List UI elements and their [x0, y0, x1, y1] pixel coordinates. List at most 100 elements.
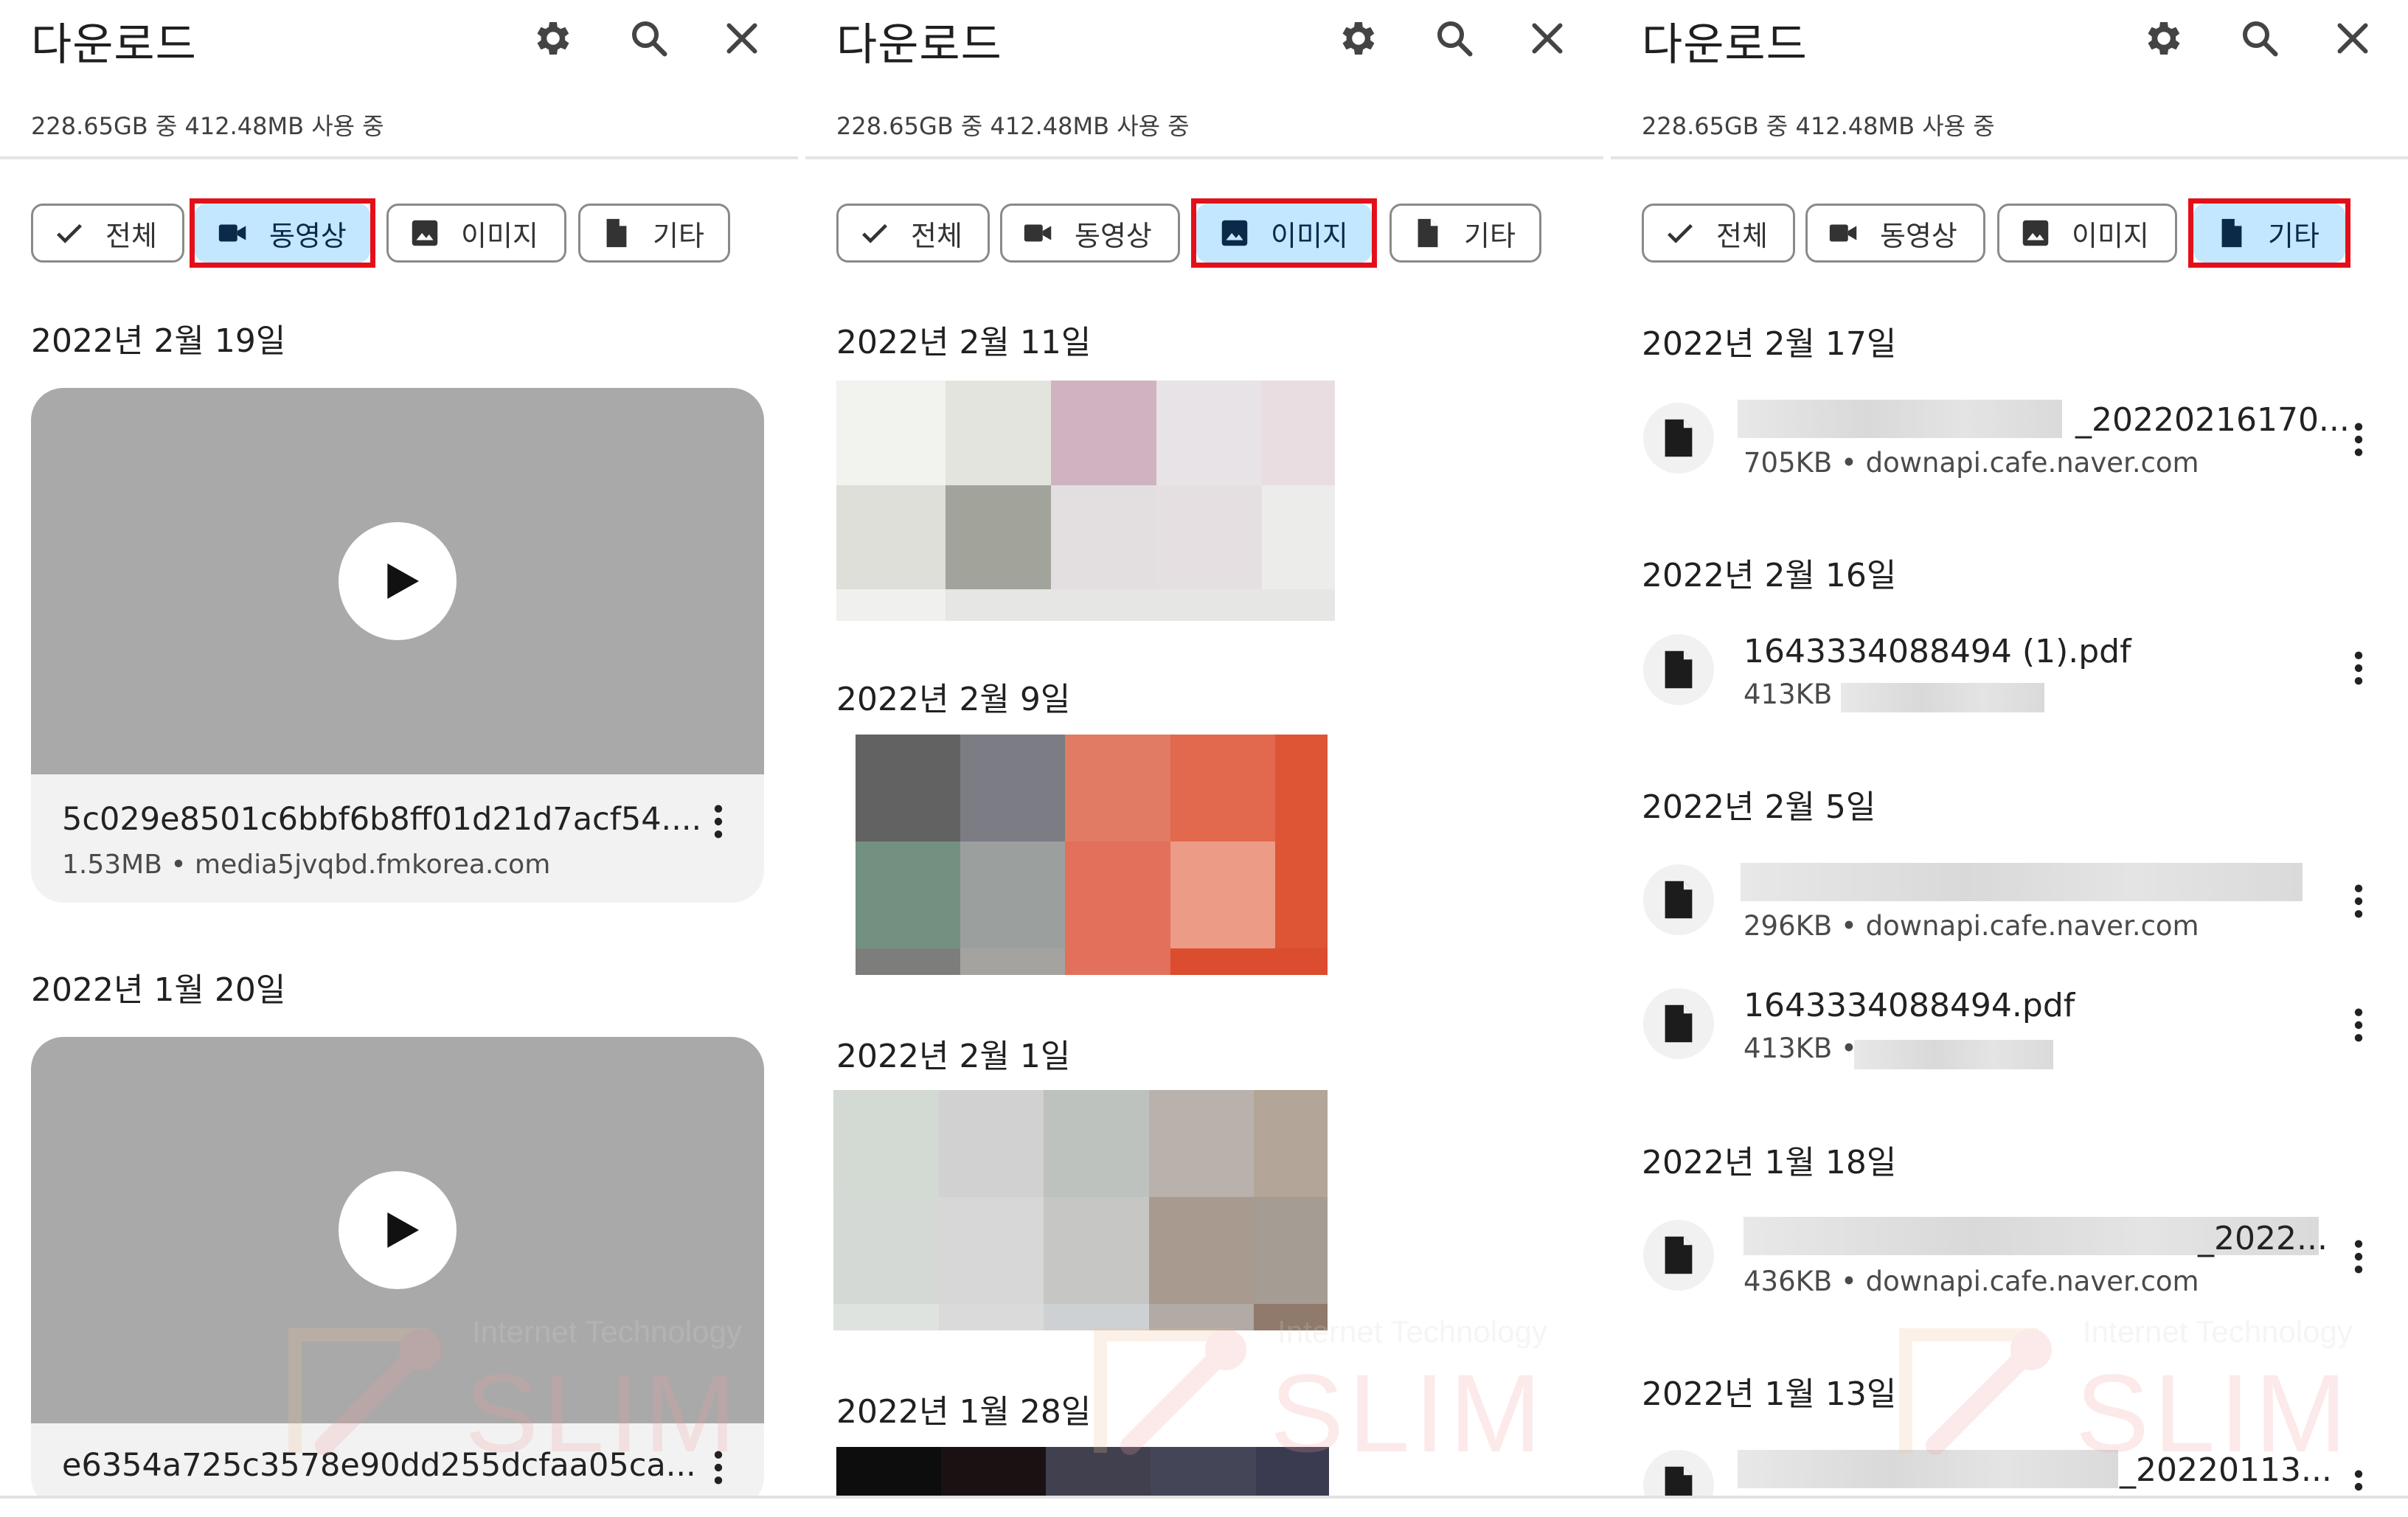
settings-button[interactable]	[2140, 15, 2187, 62]
close-button[interactable]	[2329, 15, 2376, 62]
date-header: 2022년 1월 28일	[836, 1393, 1092, 1431]
settings-button[interactable]	[1335, 15, 1382, 62]
file-meta: 296KB • downapi.cafe.naver.com	[1743, 910, 2199, 942]
chip-image-label: 이미지	[461, 219, 538, 252]
file-icon	[2215, 216, 2249, 250]
file-meta: 705KB • downapi.cafe.naver.com	[1743, 447, 2199, 479]
file-meta: 413KB •	[1743, 1032, 1857, 1064]
file-icon	[1411, 216, 1445, 250]
downloads-panel-video: 다운로드 228.65GB 중 412.48MB 사용 중 전체 동영상 이미지…	[0, 0, 798, 1499]
bottom-divider	[0, 1496, 2408, 1499]
downloads-panel-image: 다운로드 228.65GB 중 412.48MB 사용 중 전체 동영상 이미지…	[805, 0, 1603, 1499]
watermark-tagline: Internet Technology	[2083, 1314, 2353, 1349]
chip-image[interactable]: 이미지	[1191, 198, 1377, 268]
video-thumbnail[interactable]	[31, 388, 764, 774]
file-name: 1643334088494.pdf	[1743, 987, 2075, 1024]
video-item[interactable]: 5c029e8501c6bbf6b8ff01d21d7acf54.... 1.5…	[31, 388, 764, 903]
check-icon	[52, 216, 86, 250]
more-options-button[interactable]	[2344, 878, 2373, 925]
more-vert-icon	[2354, 884, 2363, 918]
video-thumbnail[interactable]	[31, 1037, 764, 1423]
search-icon	[632, 21, 667, 57]
chip-video[interactable]: 동영상	[190, 198, 375, 268]
downloads-panel-other: 다운로드 228.65GB 중 412.48MB 사용 중 전체 동영상 이미지…	[1611, 0, 2408, 1499]
file-name: 1643334088494 (1).pdf	[1743, 633, 2131, 670]
more-vert-icon	[2354, 1240, 2363, 1274]
videocam-icon	[1827, 216, 1861, 250]
redacted-filename	[1741, 863, 2303, 901]
play-icon	[387, 1212, 419, 1248]
chip-video[interactable]: 동영상	[1805, 204, 1985, 263]
image-thumbnail[interactable]	[836, 381, 1335, 621]
file-name: _2022...	[2198, 1220, 2328, 1257]
video-item[interactable]: e6354a725c3578e90dd255dcfaa05ca...	[31, 1037, 764, 1499]
chip-image[interactable]: 이미지	[1997, 204, 2177, 263]
image-icon	[2019, 216, 2053, 250]
chip-other[interactable]: 기타	[578, 204, 730, 263]
more-options-button[interactable]	[704, 1444, 733, 1491]
search-button[interactable]	[2236, 15, 2283, 62]
check-icon	[858, 216, 892, 250]
app-title: 다운로드	[836, 19, 1002, 71]
chip-other[interactable]: 기타	[1389, 204, 1541, 263]
file-icon	[1643, 1450, 1714, 1499]
close-button[interactable]	[718, 15, 766, 62]
more-options-button[interactable]	[2344, 1233, 2373, 1280]
redacted-filename	[1738, 400, 2062, 438]
chip-image[interactable]: 이미지	[386, 204, 566, 263]
file-icon	[1643, 403, 1714, 473]
chip-all[interactable]: 전체	[1642, 204, 1795, 263]
file-icon	[1643, 988, 1714, 1059]
redacted-filename	[1738, 1450, 2118, 1488]
play-button[interactable]	[339, 522, 457, 640]
search-button[interactable]	[1431, 15, 1478, 62]
file-icon	[1643, 1220, 1714, 1291]
file-name: _20220113...	[2120, 1451, 2332, 1489]
close-icon	[726, 23, 757, 54]
more-options-button[interactable]	[2344, 645, 2373, 692]
file-meta: 413KB •	[1743, 678, 1857, 710]
chip-video[interactable]: 동영상	[1000, 204, 1180, 263]
date-header: 2022년 2월 17일	[1642, 325, 1897, 363]
chip-all-label: 전체	[911, 219, 962, 252]
storage-usage: 228.65GB 중 412.48MB 사용 중	[31, 112, 384, 140]
chip-other-label: 기타	[653, 219, 704, 252]
image-thumbnail[interactable]	[833, 1090, 1328, 1330]
chip-video-label: 동영상	[1075, 219, 1152, 252]
video-file-name: e6354a725c3578e90dd255dcfaa05ca...	[62, 1447, 696, 1484]
gear-icon	[1342, 22, 1375, 55]
chip-all-label: 전체	[1716, 219, 1768, 252]
video-file-meta: 1.53MB • media5jvqbd.fmkorea.com	[62, 850, 551, 880]
gear-icon	[2148, 22, 2180, 55]
app-title: 다운로드	[31, 19, 197, 71]
settings-button[interactable]	[530, 15, 577, 62]
image-thumbnail[interactable]	[836, 1447, 1329, 1499]
close-button[interactable]	[1524, 15, 1571, 62]
redacted-source	[1854, 1040, 2053, 1069]
header-divider	[1611, 156, 2408, 159]
file-icon	[1643, 864, 1714, 935]
file-icon	[600, 216, 634, 250]
chip-all[interactable]: 전체	[836, 204, 990, 263]
image-thumbnail[interactable]	[856, 735, 1328, 975]
date-header: 2022년 2월 9일	[836, 681, 1071, 718]
more-vert-icon	[714, 805, 723, 839]
chip-other[interactable]: 기타	[2188, 198, 2350, 268]
close-icon	[2337, 23, 2368, 54]
more-options-button[interactable]	[704, 798, 733, 845]
date-header: 2022년 2월 5일	[1642, 788, 1876, 826]
app-title: 다운로드	[1642, 19, 1808, 71]
more-options-button[interactable]	[2344, 1463, 2373, 1499]
play-button[interactable]	[339, 1171, 457, 1289]
search-icon	[2243, 21, 2278, 57]
more-options-button[interactable]	[2344, 416, 2373, 463]
search-button[interactable]	[625, 15, 673, 62]
date-header: 2022년 2월 11일	[836, 324, 1092, 361]
header-divider	[805, 156, 1603, 159]
chip-all[interactable]: 전체	[31, 204, 184, 263]
file-icon	[1643, 634, 1714, 705]
more-options-button[interactable]	[2344, 1002, 2373, 1049]
file-name: _20220216170...	[2075, 401, 2350, 439]
more-vert-icon	[714, 1451, 723, 1485]
chip-image-label: 이미지	[2072, 219, 2149, 252]
